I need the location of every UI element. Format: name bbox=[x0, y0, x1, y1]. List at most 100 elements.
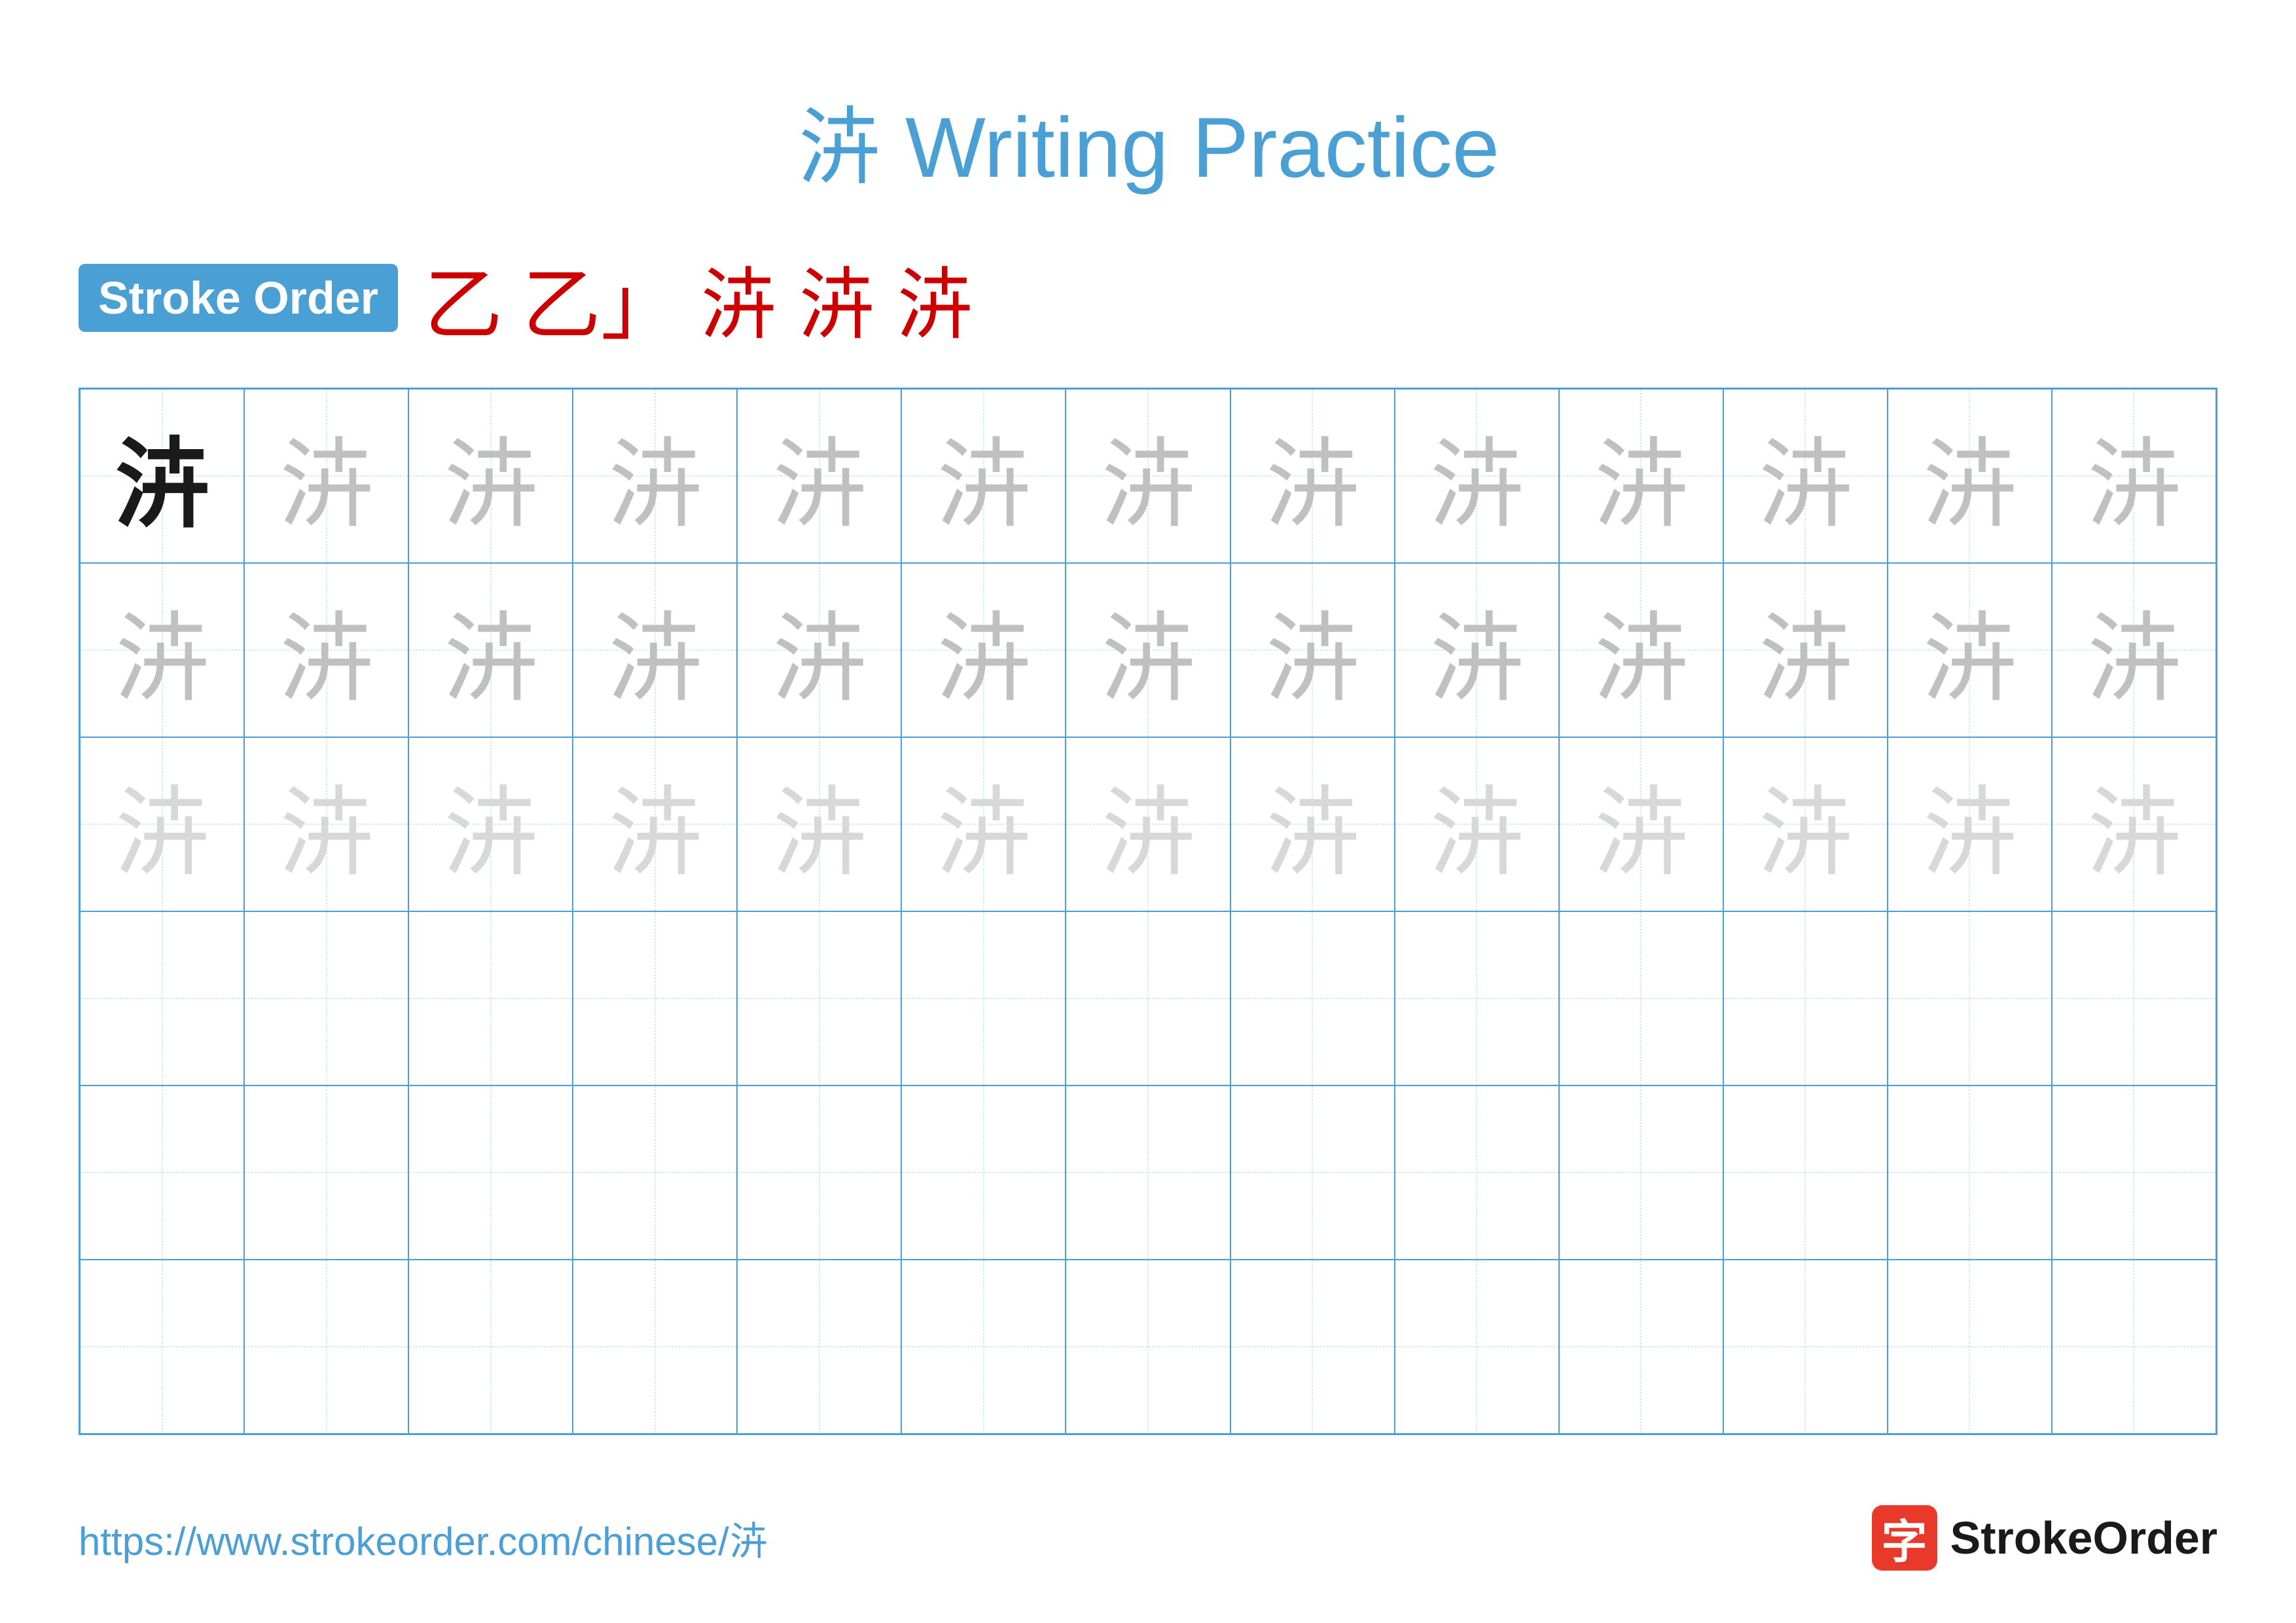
grid-cell-r5c2[interactable] bbox=[244, 1085, 408, 1260]
grid-cell-r3c5[interactable]: 泋 bbox=[737, 737, 901, 911]
practice-char: 泋 bbox=[1920, 405, 2018, 547]
grid-cell-r4c13[interactable] bbox=[2052, 911, 2216, 1085]
grid-cell-r5c8[interactable] bbox=[1230, 1085, 1395, 1260]
practice-char: 泋 bbox=[442, 579, 540, 721]
footer-url[interactable]: https://www.strokeorder.com/chinese/泋 bbox=[79, 1510, 768, 1567]
grid-cell-r4c12[interactable] bbox=[1888, 911, 2052, 1085]
grid-cell-r1c13[interactable]: 泋 bbox=[2052, 389, 2216, 563]
grid-cell-r2c10[interactable]: 泋 bbox=[1559, 563, 1723, 737]
practice-char: 泋 bbox=[606, 579, 704, 721]
grid-cell-r2c2[interactable]: 泋 bbox=[244, 563, 408, 737]
grid-cell-r1c4[interactable]: 泋 bbox=[573, 389, 737, 563]
grid-cell-r1c5[interactable]: 泋 bbox=[737, 389, 901, 563]
grid-cell-r5c6[interactable] bbox=[901, 1085, 1066, 1260]
grid-cell-r5c3[interactable] bbox=[408, 1085, 573, 1260]
grid-cell-r2c7[interactable]: 泋 bbox=[1066, 563, 1230, 737]
grid-cell-r6c11[interactable] bbox=[1723, 1260, 1888, 1434]
grid-cell-r4c10[interactable] bbox=[1559, 911, 1723, 1085]
grid-cell-r2c13[interactable]: 泋 bbox=[2052, 563, 2216, 737]
grid-cell-r3c12[interactable]: 泋 bbox=[1888, 737, 2052, 911]
grid-cell-r6c9[interactable] bbox=[1395, 1260, 1559, 1434]
footer-brand: 字 StrokeOrder bbox=[1872, 1505, 2217, 1571]
grid-cell-r2c9[interactable]: 泋 bbox=[1395, 563, 1559, 737]
grid-cell-r6c2[interactable] bbox=[244, 1260, 408, 1434]
grid-cell-r6c12[interactable] bbox=[1888, 1260, 2052, 1434]
grid-cell-r3c6[interactable]: 泋 bbox=[901, 737, 1066, 911]
grid-cell-r1c12[interactable]: 泋 bbox=[1888, 389, 2052, 563]
grid-cell-r6c13[interactable] bbox=[2052, 1260, 2216, 1434]
grid-cell-r2c6[interactable]: 泋 bbox=[901, 563, 1066, 737]
grid-cell-r2c5[interactable]: 泋 bbox=[737, 563, 901, 737]
practice-char: 泋 bbox=[442, 405, 540, 547]
grid-cell-r6c4[interactable] bbox=[573, 1260, 737, 1434]
grid-cell-r5c11[interactable] bbox=[1723, 1085, 1888, 1260]
title-chinese-char: 泋 bbox=[797, 101, 882, 196]
grid-cell-r5c1[interactable] bbox=[80, 1085, 244, 1260]
grid-cell-r3c2[interactable]: 泋 bbox=[244, 737, 408, 911]
practice-char: 泋 bbox=[1592, 405, 1690, 547]
practice-char: 泋 bbox=[113, 754, 211, 896]
practice-char: 泋 bbox=[1099, 579, 1197, 721]
grid-cell-r5c12[interactable] bbox=[1888, 1085, 2052, 1260]
grid-cell-r3c1[interactable]: 泋 bbox=[80, 737, 244, 911]
practice-char: 泋 bbox=[1920, 754, 2018, 896]
grid-cell-r6c7[interactable] bbox=[1066, 1260, 1230, 1434]
practice-char: 泋 bbox=[770, 405, 869, 547]
brand-icon-char: 字 bbox=[1882, 1505, 1928, 1571]
grid-cell-r4c5[interactable] bbox=[737, 911, 901, 1085]
grid-cell-r1c11[interactable]: 泋 bbox=[1723, 389, 1888, 563]
stroke-step-4: 泋 bbox=[797, 241, 876, 355]
grid-cell-r6c10[interactable] bbox=[1559, 1260, 1723, 1434]
grid-cell-r4c11[interactable] bbox=[1723, 911, 1888, 1085]
grid-cell-r4c4[interactable] bbox=[573, 911, 737, 1085]
grid-cell-r3c4[interactable]: 泋 bbox=[573, 737, 737, 911]
grid-cell-r3c7[interactable]: 泋 bbox=[1066, 737, 1230, 911]
grid-cell-r1c6[interactable]: 泋 bbox=[901, 389, 1066, 563]
practice-char: 泋 bbox=[278, 579, 376, 721]
grid-cell-r4c2[interactable] bbox=[244, 911, 408, 1085]
grid-cell-r6c5[interactable] bbox=[737, 1260, 901, 1434]
grid-cell-r3c9[interactable]: 泋 bbox=[1395, 737, 1559, 911]
practice-char: 泋 bbox=[1592, 754, 1690, 896]
grid-cell-r1c7[interactable]: 泋 bbox=[1066, 389, 1230, 563]
grid-cell-r6c6[interactable] bbox=[901, 1260, 1066, 1434]
grid-cell-r3c8[interactable]: 泋 bbox=[1230, 737, 1395, 911]
grid-cell-r3c3[interactable]: 泋 bbox=[408, 737, 573, 911]
grid-cell-r4c8[interactable] bbox=[1230, 911, 1395, 1085]
grid-cell-r2c1[interactable]: 泋 bbox=[80, 563, 244, 737]
grid-cell-r1c9[interactable]: 泋 bbox=[1395, 389, 1559, 563]
grid-cell-r1c10[interactable]: 泋 bbox=[1559, 389, 1723, 563]
practice-char: 泋 bbox=[2085, 754, 2183, 896]
grid-cell-r4c9[interactable] bbox=[1395, 911, 1559, 1085]
grid-cell-r2c8[interactable]: 泋 bbox=[1230, 563, 1395, 737]
grid-cell-r6c1[interactable] bbox=[80, 1260, 244, 1434]
practice-char: 泋 bbox=[935, 405, 1033, 547]
grid-cell-r4c1[interactable] bbox=[80, 911, 244, 1085]
grid-cell-r2c4[interactable]: 泋 bbox=[573, 563, 737, 737]
grid-cell-r1c8[interactable]: 泋 bbox=[1230, 389, 1395, 563]
grid-cell-r2c3[interactable]: 泋 bbox=[408, 563, 573, 737]
practice-char: 泋 bbox=[606, 405, 704, 547]
grid-cell-r4c7[interactable] bbox=[1066, 911, 1230, 1085]
grid-cell-r5c5[interactable] bbox=[737, 1085, 901, 1260]
grid-cell-r3c11[interactable]: 泋 bbox=[1723, 737, 1888, 911]
grid-cell-r6c8[interactable] bbox=[1230, 1260, 1395, 1434]
grid-cell-r3c13[interactable]: 泋 bbox=[2052, 737, 2216, 911]
grid-cell-r1c1[interactable]: 泋 bbox=[80, 389, 244, 563]
practice-char: 泋 bbox=[442, 754, 540, 896]
grid-cell-r3c10[interactable]: 泋 bbox=[1559, 737, 1723, 911]
grid-cell-r4c6[interactable] bbox=[901, 911, 1066, 1085]
grid-cell-r5c7[interactable] bbox=[1066, 1085, 1230, 1260]
grid-cell-r6c3[interactable] bbox=[408, 1260, 573, 1434]
grid-cell-r4c3[interactable] bbox=[408, 911, 573, 1085]
practice-grid: 泋 泋 泋 泋 泋 泋 泋 泋 泋 泋 泋 泋 bbox=[79, 388, 2217, 1435]
grid-cell-r5c10[interactable] bbox=[1559, 1085, 1723, 1260]
grid-cell-r2c12[interactable]: 泋 bbox=[1888, 563, 2052, 737]
grid-cell-r5c9[interactable] bbox=[1395, 1085, 1559, 1260]
brand-icon: 字 bbox=[1872, 1505, 1937, 1571]
grid-cell-r2c11[interactable]: 泋 bbox=[1723, 563, 1888, 737]
grid-cell-r5c13[interactable] bbox=[2052, 1085, 2216, 1260]
grid-cell-r5c4[interactable] bbox=[573, 1085, 737, 1260]
grid-cell-r1c2[interactable]: 泋 bbox=[244, 389, 408, 563]
grid-cell-r1c3[interactable]: 泋 bbox=[408, 389, 573, 563]
